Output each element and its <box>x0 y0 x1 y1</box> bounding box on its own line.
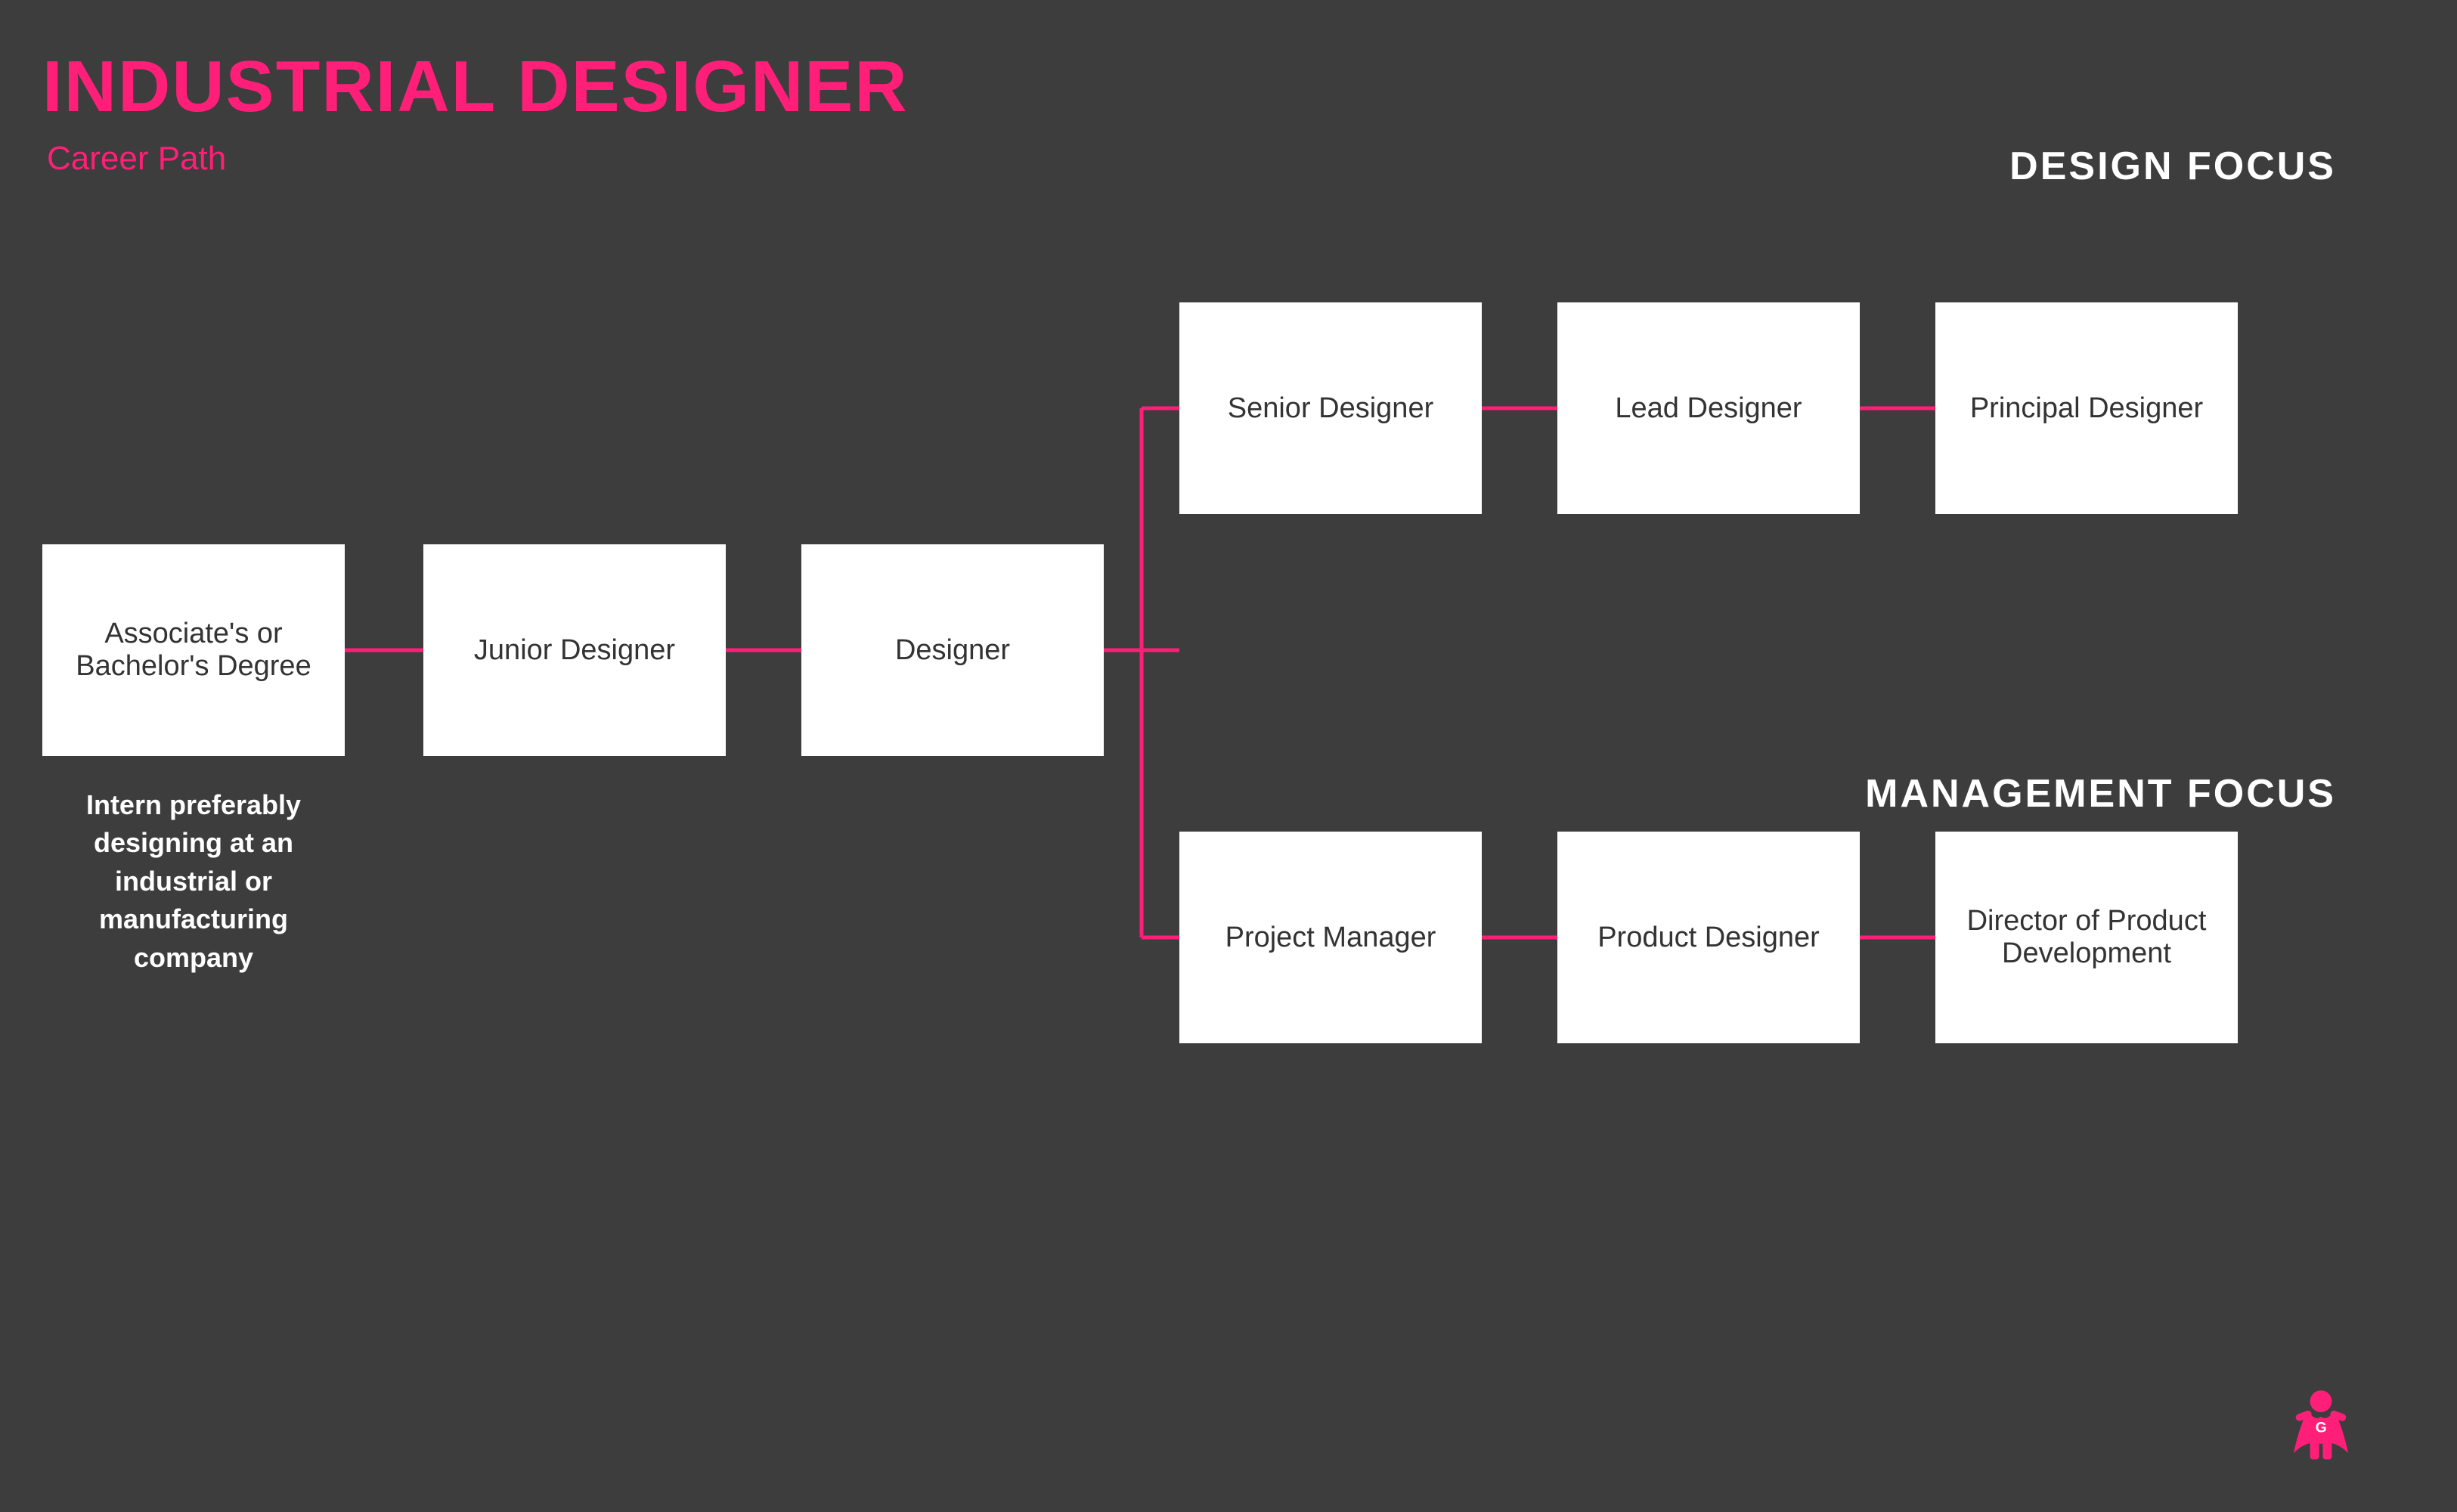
page-title: INDUSTRIAL DESIGNER <box>42 45 909 129</box>
card-principal-designer: Principal Designer <box>1935 302 2238 514</box>
page-subtitle: Career Path <box>47 140 226 178</box>
card-junior-designer: Junior Designer <box>423 544 726 756</box>
card-senior-designer: Senior Designer <box>1179 302 1482 514</box>
logo-icon: G <box>2276 1376 2366 1467</box>
card-director: Director of Product Development <box>1935 832 2238 1043</box>
intern-description: Intern preferably designing at an indust… <box>42 786 345 977</box>
card-product-designer: Product Designer <box>1557 832 1860 1043</box>
card-project-manager: Project Manager <box>1179 832 1482 1043</box>
svg-text:G: G <box>2316 1420 2327 1436</box>
design-focus-label: DESIGN FOCUS <box>2009 144 2336 189</box>
card-degree: Associate's or Bachelor's Degree <box>42 544 345 756</box>
management-focus-label: MANAGEMENT FOCUS <box>1865 771 2336 816</box>
card-lead-designer: Lead Designer <box>1557 302 1860 514</box>
career-path-diagram <box>0 0 2457 1512</box>
card-designer: Designer <box>801 544 1104 756</box>
